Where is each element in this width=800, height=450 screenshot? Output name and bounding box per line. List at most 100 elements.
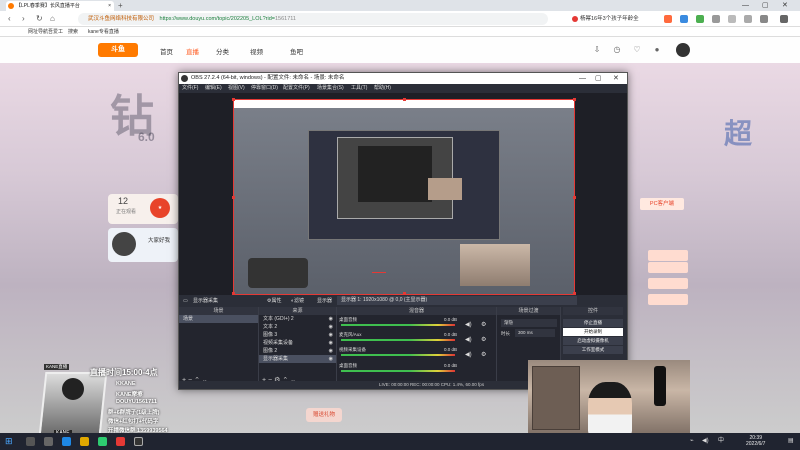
eye-icon[interactable]: ◉ [329,347,333,355]
menu-tools[interactable]: 工具(T) [351,84,367,93]
forward-button[interactable]: › [22,14,25,24]
resize-handle[interactable] [403,98,406,101]
bookmark-item[interactable]: 搜索 [68,27,78,37]
settings-icon[interactable] [744,15,752,23]
gift-button[interactable]: 赠送礼物 [306,408,342,422]
start-button[interactable]: ⊞ [5,437,13,446]
speaker-icon[interactable]: ◀) [465,336,472,343]
start-recording-button[interactable]: 开始录制 [563,328,623,336]
app-icon[interactable] [116,437,125,446]
task-view-icon[interactable] [44,437,53,446]
night-mode-icon[interactable] [760,15,768,23]
stop-streaming-button[interactable]: 停止直播 [563,319,623,327]
gear-icon[interactable]: ⚙ [481,321,486,328]
input-language[interactable]: 中 [718,437,724,446]
resize-handle[interactable] [573,98,576,101]
bookmark-item[interactable]: kane专看直播 [88,27,119,37]
hot-search[interactable]: 杨幂16年3个孩子年龄全 [572,14,639,24]
obs-preview[interactable] [179,93,627,295]
eye-icon[interactable]: ◉ [329,315,333,323]
source-item[interactable]: 视频采集设备 ◉ [259,339,336,347]
notification-icon[interactable]: ▤ [788,437,794,446]
browser-tab[interactable]: 【LPL春季赛】长风直播平台 × [6,1,114,11]
user-avatar[interactable] [676,43,690,57]
badge-icon[interactable]: ★ [150,198,170,218]
speaker-icon[interactable]: ◀) [465,321,472,328]
eye-icon[interactable]: ◉ [329,323,333,331]
menu-view[interactable]: 视图(V) [228,84,245,93]
display-select[interactable]: 显示器 1: 1920x1080 @ 0,0 (主显示器) [337,296,577,305]
obs-minimize-button[interactable]: — [579,73,586,84]
source-item[interactable]: 显示器采集 ◉ [259,355,336,363]
download-app-icon[interactable]: ⇩ [592,45,602,55]
menu-icon[interactable] [780,15,788,23]
url-bar[interactable]: 武汉斗鱼网络科技有限公司 https://www.douyu.com/topic… [78,13,548,25]
explorer-app-icon[interactable] [80,437,89,446]
minimize-button[interactable]: — [742,0,749,11]
obs-maximize-button[interactable]: ▢ [595,73,602,84]
obs-app-icon[interactable] [134,437,143,446]
nav-video[interactable]: 视频 [250,46,263,56]
maximize-button[interactable]: ▢ [762,0,769,11]
side-button[interactable] [648,250,688,261]
system-clock[interactable]: 20:39 2022/6/7 [746,435,765,447]
side-button[interactable] [648,294,688,305]
menu-edit[interactable]: 编辑(E) [205,84,222,93]
source-item[interactable]: 文本 2 ◉ [259,323,336,331]
preview-scene[interactable] [232,98,576,295]
resize-handle[interactable] [232,196,235,199]
follow-icon[interactable]: ♡ [632,45,642,55]
scene-item[interactable]: 场景 [179,315,258,323]
start-live-icon[interactable]: ● [652,45,662,55]
obs-close-button[interactable]: ✕ [613,73,619,84]
eye-icon[interactable]: ◉ [329,331,333,339]
volume-icon[interactable]: ◀) [702,437,709,446]
resize-handle[interactable] [232,98,235,101]
tab-close-icon[interactable]: × [108,1,111,11]
search-icon[interactable] [26,437,35,446]
resize-handle[interactable] [573,196,576,199]
menu-docks[interactable]: 停靠窗口(D) [251,84,278,93]
menu-file[interactable]: 文件(F) [182,84,198,93]
history-icon[interactable]: ◷ [612,45,622,55]
side-button[interactable] [648,262,688,273]
gear-icon[interactable]: ⚙ [481,351,486,358]
speaker-icon[interactable]: ◀) [465,351,472,358]
site-logo[interactable]: 斗鱼 [98,43,138,57]
extension-icon[interactable] [696,15,704,23]
transition-select[interactable]: 渐隐 [501,319,557,327]
extension-icon[interactable] [680,15,688,23]
virtual-camera-button[interactable]: 启动虚拟摄像机 [563,337,623,345]
duration-input[interactable]: 300 ms [515,329,555,337]
menu-scene-collection[interactable]: 场景集合(S) [317,84,344,93]
pc-client-button[interactable]: PC客户端 [640,198,684,210]
new-tab-button[interactable]: + [118,0,123,11]
browser-app-icon[interactable] [62,437,71,446]
download-icon[interactable] [712,15,720,23]
menu-profile[interactable]: 配置文件(P) [283,84,310,93]
bookmark-item[interactable]: 吾爱工 [48,27,63,37]
gear-icon[interactable]: ⚙ [481,336,486,343]
bookmark-item[interactable]: 网址导航 [28,27,48,37]
eye-icon[interactable]: ◉ [329,339,333,347]
reload-button[interactable]: ↻ [36,14,43,24]
nav-fishbar[interactable]: 鱼吧 [290,46,303,56]
nav-home[interactable]: 首页 [160,46,173,56]
menu-help[interactable]: 帮助(H) [374,84,391,93]
streamer-card[interactable]: 大家好我 [108,228,178,262]
streamer-avatar[interactable] [112,232,136,256]
nav-category[interactable]: 分类 [216,46,229,56]
source-item[interactable]: 文本 (GDI+) 2 ◉ [259,315,336,323]
back-button[interactable]: ‹ [8,14,11,24]
source-item[interactable]: 图像 2 ◉ [259,347,336,355]
eye-icon[interactable]: ◉ [329,355,333,363]
network-icon[interactable]: ⌁ [690,437,694,446]
filters-button[interactable]: ◐ 滤镜 [291,295,304,307]
app-icon[interactable] [98,437,107,446]
nav-live[interactable]: 直播 [186,46,199,56]
history-icon[interactable] [728,15,736,23]
extension-icon[interactable] [664,15,672,23]
home-button[interactable]: ⌂ [50,14,55,24]
studio-mode-button[interactable]: 工作室模式 [563,346,623,354]
side-button[interactable] [648,278,688,289]
